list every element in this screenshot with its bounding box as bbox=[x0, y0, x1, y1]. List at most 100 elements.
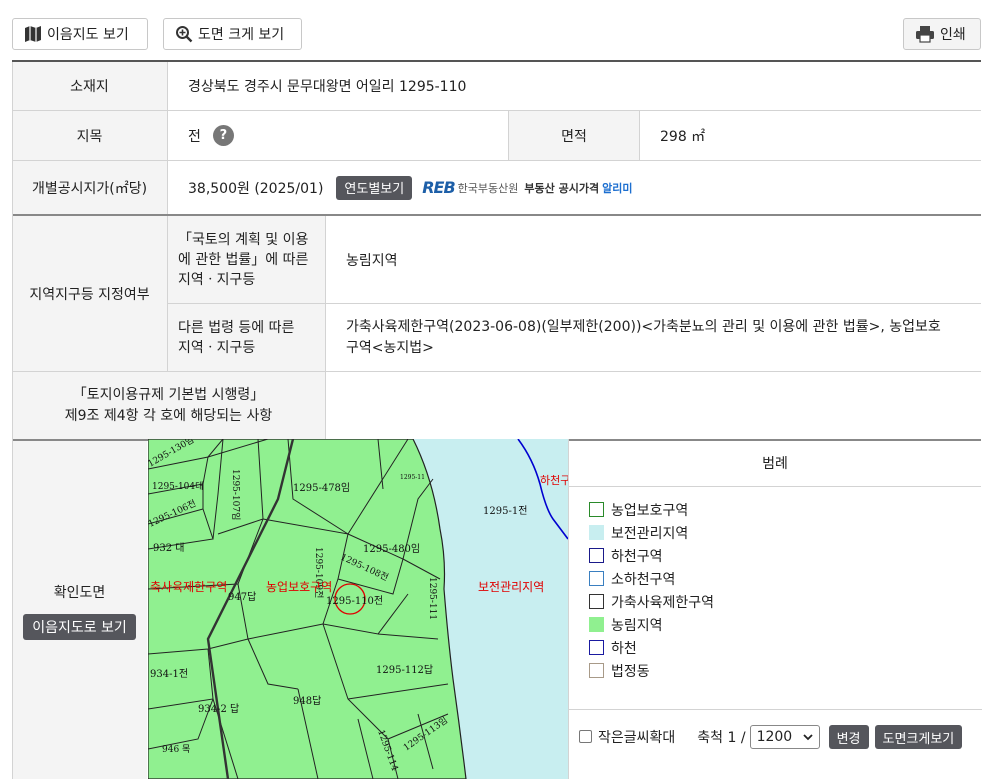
legend-item: 보전관리지역 bbox=[589, 521, 981, 544]
zoom-in-icon bbox=[175, 25, 193, 43]
legend-swatch bbox=[589, 640, 604, 655]
view-large-drawing-button[interactable]: 도면 크게 보기 bbox=[163, 18, 302, 50]
zone-other-value-line1: 가축사육제한구역(2023-06-08)(일부제한(200))<가축분뇨의 관리… bbox=[346, 318, 941, 335]
legend-swatch bbox=[589, 594, 604, 609]
help-icon[interactable]: ? bbox=[212, 125, 234, 146]
parcel-label: 946 목 bbox=[162, 744, 190, 755]
small-text-enlarge-label: 작은글씨확대 bbox=[598, 730, 676, 746]
regulation-label-line2: 제9조 제4항 각 호에 해당되는 사항 bbox=[64, 407, 273, 424]
zone-national-label-line2: 에 관한 법률」에 따른 bbox=[178, 251, 309, 268]
land-category-value: 전 bbox=[188, 128, 201, 145]
legend-list: 농업보호구역 보전관리지역 하천구역 소하천구역 가축사육제한구역 농림지역 하… bbox=[569, 487, 981, 682]
zone-label-conservation: 보전관리지역 bbox=[478, 580, 544, 594]
zone-label-agri-protection: 농업보호구역 bbox=[266, 580, 332, 594]
land-category-cell: 전 ? bbox=[168, 111, 508, 160]
legend-swatch bbox=[589, 617, 604, 632]
legend-item: 농림지역 bbox=[589, 613, 981, 636]
zone-other-value: 가축사육제한구역(2023-06-08)(일부제한(200))<가축분뇨의 관리… bbox=[326, 304, 981, 371]
reb-org-name: 한국부동산원 bbox=[457, 181, 519, 195]
zone-national-value: 농림지역 bbox=[346, 252, 398, 269]
parcel-label: 934-1전 bbox=[150, 668, 188, 680]
legend-swatch bbox=[589, 502, 604, 517]
parcel-label: 1295-107임 bbox=[230, 469, 242, 520]
zone-other-label-line2: 지역ㆍ지구등 bbox=[178, 339, 256, 356]
location-label: 소재지 bbox=[12, 62, 167, 110]
zone-other-label-line1: 다른 법령 등에 따른 bbox=[178, 319, 295, 336]
area-label: 면적 bbox=[509, 111, 639, 160]
print-button[interactable]: 인쇄 bbox=[903, 18, 981, 50]
legend-swatch bbox=[589, 525, 604, 540]
parcel-label: 932 대 bbox=[153, 542, 184, 554]
parcel-label: 948답 bbox=[293, 695, 321, 707]
legend-label: 하천 bbox=[611, 640, 637, 657]
legend-label: 하천구역 bbox=[611, 548, 663, 565]
land-category-label: 지목 bbox=[12, 111, 167, 160]
cadastral-map[interactable]: 1295-130임 1295-104대 1295-107임 1295-478임 … bbox=[148, 439, 568, 779]
legend-swatch bbox=[589, 571, 604, 586]
reb-service-name-accent: 알리미 bbox=[602, 181, 633, 195]
price-label: 개별공시지가(㎡당) bbox=[12, 161, 167, 214]
check-map-cell: 확인도면 이음지도로 보기 bbox=[12, 441, 147, 779]
map-controls: 작은글씨확대 축척 1 / 1200 변경 도면크게보기 bbox=[569, 709, 982, 779]
parcel-label: 1295-11 bbox=[400, 474, 425, 481]
parcel-label: 1295-1전 bbox=[483, 505, 527, 517]
scale-label: 축척 1 / bbox=[697, 730, 746, 746]
view-eum-map-button[interactable]: 이음지도 보기 bbox=[12, 18, 148, 50]
zone-designation-label: 지역지구등 지정여부 bbox=[12, 216, 167, 371]
legend-swatch bbox=[589, 663, 604, 678]
zone-label-livestock: 축사육제한구역 bbox=[150, 580, 227, 594]
parcel-label: 1295-112답 bbox=[376, 664, 433, 676]
parcel-label: 1295-111 bbox=[427, 577, 437, 620]
area-value: 298 ㎡ bbox=[660, 128, 706, 145]
legend-label: 농업보호구역 bbox=[611, 502, 689, 519]
cadastral-map-svg: 1295-130임 1295-104대 1295-107임 1295-478임 … bbox=[148, 439, 568, 779]
legend-swatch bbox=[589, 548, 604, 563]
legend-item: 하천 bbox=[589, 636, 981, 659]
zone-national-label-line1: 「국토의 계획 및 이용 bbox=[178, 231, 309, 248]
reb-logo: REB bbox=[422, 178, 455, 197]
legend-item: 소하천구역 bbox=[589, 567, 981, 590]
regulation-label-line1: 「토지이용규제 기본법 시행령」 bbox=[72, 386, 265, 403]
parcel-label: 1295-480임 bbox=[363, 542, 420, 555]
parcel-label: 934-2 답 bbox=[198, 703, 239, 715]
parcel-label: 947답 bbox=[228, 591, 256, 603]
location-value: 경상북도 경주시 문무대왕면 어일리 1295-110 bbox=[188, 79, 467, 95]
zone-national-label: 「국토의 계획 및 이용 에 관한 법률」에 따른 지역ㆍ지구등 bbox=[168, 216, 325, 303]
view-large-map-button[interactable]: 도면크게보기 bbox=[874, 725, 963, 749]
legend-item: 가축사육제한구역 bbox=[589, 590, 981, 613]
zone-other-value-line2: 구역<농지법> bbox=[346, 339, 434, 356]
printer-icon bbox=[915, 25, 935, 43]
print-label: 인쇄 bbox=[940, 27, 966, 43]
scale-select-value: 1200 bbox=[756, 729, 793, 745]
check-map-label: 확인도면 bbox=[53, 585, 106, 601]
price-value: 38,500원 (2025/01) bbox=[188, 180, 324, 197]
view-in-eum-map-button[interactable]: 이음지도로 보기 bbox=[23, 614, 136, 640]
price-cell: 38,500원 (2025/01) 연도별보기 REB 한국부동산원 부동산 공… bbox=[168, 161, 981, 214]
legend-label: 가축사육제한구역 bbox=[611, 594, 715, 611]
scale-change-button[interactable]: 변경 bbox=[828, 725, 869, 749]
legend-panel: 범례 농업보호구역 보전관리지역 하천구역 소하천구역 가축사육제한구역 농림지… bbox=[568, 439, 982, 779]
small-text-enlarge-checkbox[interactable] bbox=[579, 730, 592, 743]
parcel-label: 1295-478임 bbox=[293, 481, 350, 494]
parcel-label: 1295-110전 bbox=[326, 595, 383, 607]
legend-label: 소하천구역 bbox=[611, 571, 676, 588]
toolbar: 이음지도 보기 도면 크게 보기 인쇄 bbox=[0, 0, 1001, 60]
parcel-label: 1295-104대 bbox=[152, 481, 203, 492]
reb-price-alimi-link[interactable]: REB 한국부동산원 부동산 공시가격 알리미 bbox=[422, 178, 632, 197]
view-eum-map-label: 이음지도 보기 bbox=[47, 27, 129, 43]
legend-item: 농업보호구역 bbox=[589, 498, 981, 521]
legend-label: 법정동 bbox=[611, 663, 650, 680]
legend-title: 범례 bbox=[569, 439, 981, 487]
zone-other-label: 다른 법령 등에 따른 지역ㆍ지구등 bbox=[168, 304, 325, 371]
legend-label: 농림지역 bbox=[611, 617, 663, 634]
view-large-drawing-label: 도면 크게 보기 bbox=[198, 27, 285, 43]
scale-select[interactable]: 1200 bbox=[749, 725, 820, 749]
chevron-down-icon bbox=[802, 729, 813, 745]
price-by-year-button[interactable]: 연도별보기 bbox=[336, 175, 413, 200]
reb-service-name: 부동산 공시가격 bbox=[524, 181, 600, 195]
zone-national-label-line3: 지역ㆍ지구등 bbox=[178, 271, 256, 288]
regulation-label: 「토지이용규제 기본법 시행령」 제9조 제4항 각 호에 해당되는 사항 bbox=[12, 372, 325, 439]
legend-item: 하천구역 bbox=[589, 544, 981, 567]
regulation-value bbox=[326, 372, 981, 439]
legend-label: 보전관리지역 bbox=[611, 525, 689, 542]
